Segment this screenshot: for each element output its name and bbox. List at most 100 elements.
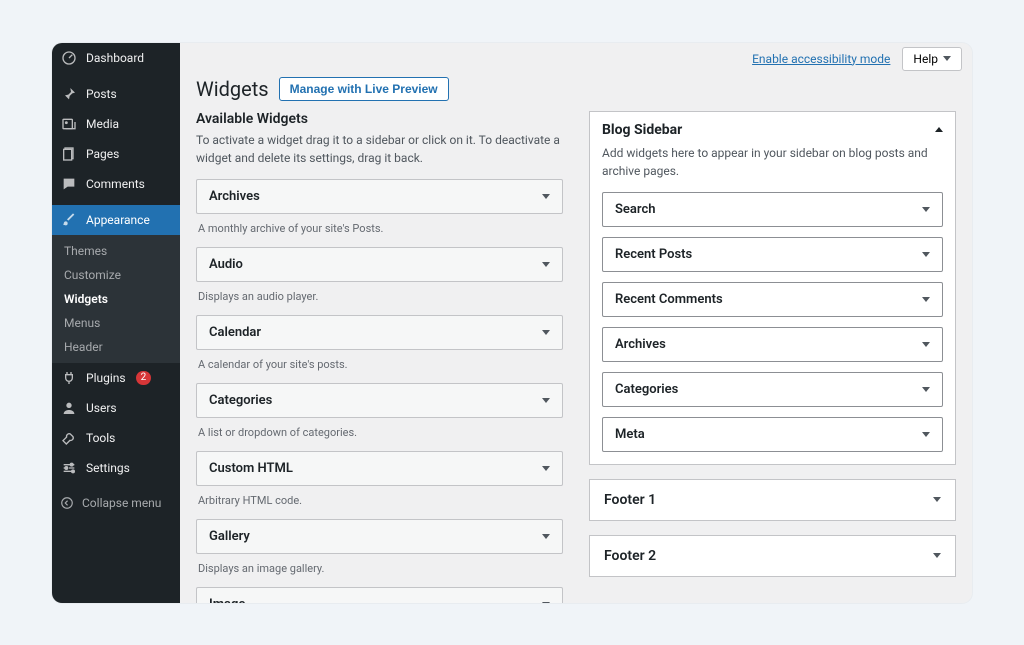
sidebar-item-label: Dashboard [86, 51, 144, 65]
widget-areas-column: Blog Sidebar Add widgets here to appear i… [589, 111, 956, 603]
sidebar-item-label: Appearance [86, 213, 150, 227]
chevron-down-icon [922, 387, 930, 392]
chevron-down-icon [943, 56, 951, 61]
available-widget[interactable]: Gallery [196, 519, 563, 554]
pin-icon [60, 86, 78, 102]
sidebar-item-settings[interactable]: Settings [52, 453, 180, 483]
available-widget[interactable]: Archives [196, 179, 563, 214]
widget-area-header[interactable]: Footer 1 [604, 492, 941, 508]
widget-area: Footer 2 [589, 535, 956, 577]
chevron-down-icon [922, 297, 930, 302]
live-preview-button[interactable]: Manage with Live Preview [279, 77, 449, 101]
area-widget[interactable]: Meta [602, 417, 943, 452]
available-widget[interactable]: Calendar [196, 315, 563, 350]
chevron-down-icon [922, 432, 930, 437]
chevron-down-icon [542, 262, 550, 267]
topbar: Enable accessibility mode Help [180, 43, 972, 71]
sidebar-item-plugins[interactable]: Plugins 2 [52, 363, 180, 393]
widget-description: A list or dropdown of categories. [198, 426, 561, 439]
widget-area-description: Add widgets here to appear in your sideb… [602, 144, 943, 180]
widget-area: Blog Sidebar Add widgets here to appear i… [589, 111, 956, 465]
widget-title: Archives [209, 189, 260, 204]
chevron-down-icon [922, 207, 930, 212]
sidebar-item-label: Comments [86, 177, 145, 191]
plug-icon [60, 370, 78, 386]
sidebar-item-tools[interactable]: Tools [52, 423, 180, 453]
sidebar-item-appearance[interactable]: Appearance [52, 205, 180, 235]
sidebar-item-label: Pages [86, 147, 119, 161]
available-heading: Available Widgets [196, 111, 563, 127]
available-widget[interactable]: Custom HTML [196, 451, 563, 486]
area-widget-title: Meta [615, 427, 645, 442]
area-widget[interactable]: Search [602, 192, 943, 227]
area-widget[interactable]: Categories [602, 372, 943, 407]
help-button[interactable]: Help [902, 47, 962, 71]
page-title: Widgets [196, 77, 269, 101]
sidebar-item-users[interactable]: Users [52, 393, 180, 423]
chevron-down-icon [922, 252, 930, 257]
submenu-customize[interactable]: Customize [52, 263, 180, 287]
chevron-down-icon [542, 602, 550, 603]
chevron-down-icon [933, 497, 941, 502]
widget-area-header[interactable]: Blog Sidebar [602, 122, 943, 138]
widget-area-title: Footer 1 [604, 492, 656, 508]
submenu-menus[interactable]: Menus [52, 311, 180, 335]
area-widget[interactable]: Recent Comments [602, 282, 943, 317]
sidebar-item-label: Settings [86, 461, 130, 475]
chevron-down-icon [922, 342, 930, 347]
sidebar-item-comments[interactable]: Comments [52, 169, 180, 199]
sidebar-item-posts[interactable]: Posts [52, 79, 180, 109]
widget-title: Categories [209, 393, 272, 408]
sidebar-item-label: Media [86, 117, 119, 131]
plugins-badge: 2 [136, 371, 152, 385]
available-widget[interactable]: Audio [196, 247, 563, 282]
media-icon [60, 116, 78, 132]
available-description: To activate a widget drag it to a sideba… [196, 131, 563, 167]
widget-area-title: Footer 2 [604, 548, 656, 564]
accessibility-mode-link[interactable]: Enable accessibility mode [752, 52, 890, 66]
wrench-icon [60, 430, 78, 446]
sidebar-item-label: Tools [86, 431, 115, 445]
admin-sidebar: Dashboard Posts Media Pages Commen [52, 43, 180, 603]
sidebar-item-pages[interactable]: Pages [52, 139, 180, 169]
pages-icon [60, 146, 78, 162]
widget-area-title: Blog Sidebar [602, 122, 682, 138]
area-widget[interactable]: Archives [602, 327, 943, 362]
user-icon [60, 400, 78, 416]
appearance-submenu: Themes Customize Widgets Menus Header [52, 235, 180, 363]
submenu-widgets[interactable]: Widgets [52, 287, 180, 311]
gauge-icon [60, 50, 78, 66]
area-widget-title: Archives [615, 337, 666, 352]
widget-title: Image [209, 597, 245, 603]
available-widget[interactable]: Image [196, 587, 563, 603]
submenu-header[interactable]: Header [52, 335, 180, 359]
sliders-icon [60, 460, 78, 476]
sidebar-item-media[interactable]: Media [52, 109, 180, 139]
collapse-icon [60, 496, 74, 510]
page-header: Widgets Manage with Live Preview [180, 71, 972, 111]
widget-area-header[interactable]: Footer 2 [604, 548, 941, 564]
comment-icon [60, 176, 78, 192]
collapse-menu-button[interactable]: Collapse menu [52, 489, 180, 517]
sidebar-item-label: Users [86, 401, 117, 415]
brush-icon [60, 212, 78, 228]
widget-description: Displays an image gallery. [198, 562, 561, 575]
widget-title: Audio [209, 257, 243, 272]
widget-description: Displays an audio player. [198, 290, 561, 303]
area-widget-title: Search [615, 202, 656, 217]
collapse-label: Collapse menu [82, 496, 161, 510]
chevron-down-icon [542, 398, 550, 403]
widget-description: A calendar of your site's posts. [198, 358, 561, 371]
main-content: Enable accessibility mode Help Widgets M… [180, 43, 972, 603]
chevron-down-icon [933, 553, 941, 558]
area-widget[interactable]: Recent Posts [602, 237, 943, 272]
submenu-themes[interactable]: Themes [52, 239, 180, 263]
widget-title: Custom HTML [209, 461, 293, 476]
widget-description: A monthly archive of your site's Posts. [198, 222, 561, 235]
sidebar-item-dashboard[interactable]: Dashboard [52, 43, 180, 73]
chevron-down-icon [542, 466, 550, 471]
widget-title: Gallery [209, 529, 250, 544]
chevron-down-icon [542, 534, 550, 539]
area-widget-title: Categories [615, 382, 678, 397]
available-widget[interactable]: Categories [196, 383, 563, 418]
